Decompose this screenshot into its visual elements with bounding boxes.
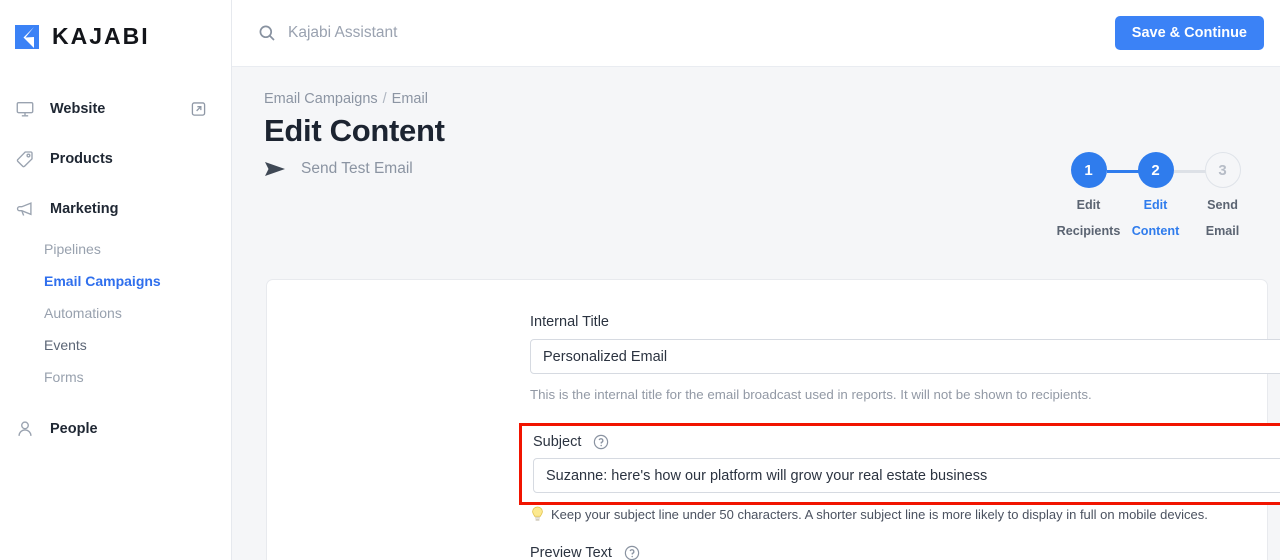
step-1[interactable]: 1 Edit Recipients xyxy=(1055,152,1122,240)
topbar: Save & Continue xyxy=(232,0,1280,67)
internal-title-helper: This is the internal title for the email… xyxy=(530,387,1092,402)
assistant-search[interactable] xyxy=(258,24,1115,42)
step-2[interactable]: 2 Edit Content xyxy=(1122,152,1189,240)
internal-title-input[interactable] xyxy=(530,339,1280,374)
person-icon xyxy=(14,418,36,440)
step-3-label-line1: Send xyxy=(1207,198,1238,212)
sidebar-subitem-email-campaigns[interactable]: Email Campaigns xyxy=(0,265,231,297)
internal-title-field-group: Internal Title This is the internal titl… xyxy=(530,314,1280,402)
paper-plane-icon xyxy=(264,161,286,177)
step-3-label-line2: Email xyxy=(1205,224,1240,238)
sidebar-item-people[interactable]: People xyxy=(0,410,231,447)
step-1-circle[interactable]: 1 xyxy=(1070,152,1107,188)
preview-text-label: Preview Text xyxy=(530,545,612,560)
page-title: Edit Content xyxy=(264,113,445,148)
tag-icon xyxy=(14,148,36,170)
subject-input[interactable] xyxy=(533,458,1280,493)
subject-label: Subject xyxy=(533,434,582,450)
sidebar-item-products[interactable]: Products xyxy=(0,140,231,177)
breadcrumb-separator: / xyxy=(382,91,387,107)
sidebar-item-people-label: People xyxy=(50,420,98,437)
question-mark-icon[interactable] xyxy=(593,434,609,450)
step-2-circle[interactable]: 2 xyxy=(1137,152,1174,188)
sidebar: KAJABI Website Products Marketing Pipeli… xyxy=(0,0,232,560)
step-1-label-line2: Recipients xyxy=(1056,224,1121,238)
progress-stepper: 1 Edit Recipients 2 Edit Content 3 Send … xyxy=(1055,152,1256,240)
search-input[interactable] xyxy=(288,24,708,42)
brand-logo[interactable]: KAJABI xyxy=(0,0,231,56)
sidebar-subitem-automations[interactable]: Automations xyxy=(0,297,231,329)
sidebar-item-marketing[interactable]: Marketing xyxy=(0,190,231,227)
monitor-icon xyxy=(14,98,36,120)
send-test-email-label: Send Test Email xyxy=(301,160,413,177)
subject-tip: Keep your subject line under 50 characte… xyxy=(531,506,1208,523)
sidebar-subitem-events[interactable]: Events xyxy=(0,329,231,361)
breadcrumb: Email Campaigns / Email xyxy=(232,67,1280,107)
app-root: KAJABI Website Products Marketing Pipeli… xyxy=(0,0,1280,560)
subject-tip-text: Keep your subject line under 50 characte… xyxy=(551,507,1208,522)
sidebar-item-products-label: Products xyxy=(50,150,113,167)
breadcrumb-parent[interactable]: Email Campaigns xyxy=(264,91,378,107)
step-3[interactable]: 3 Send Email xyxy=(1189,152,1256,240)
sidebar-item-website-label: Website xyxy=(50,100,106,117)
send-test-email-button[interactable]: Send Test Email xyxy=(232,149,413,178)
megaphone-icon xyxy=(14,198,36,220)
internal-title-label: Internal Title xyxy=(530,314,609,330)
sidebar-subitem-pipelines[interactable]: Pipelines xyxy=(0,233,231,265)
sidebar-item-website[interactable]: Website xyxy=(0,90,231,127)
sidebar-nav: Website Products Marketing Pipelines Ema… xyxy=(0,90,231,447)
breadcrumb-current[interactable]: Email xyxy=(392,91,428,107)
question-mark-icon[interactable] xyxy=(624,545,640,560)
subject-field-group-highlighted: Subject 68 / 140 characters xyxy=(519,423,1280,505)
kajabi-k-logo-icon xyxy=(13,23,41,51)
search-icon xyxy=(258,24,276,42)
main-area: Save & Continue Email Campaigns/ Email Ed… xyxy=(232,0,1280,560)
sidebar-item-marketing-label: Marketing xyxy=(50,200,119,217)
lightbulb-icon xyxy=(531,506,544,523)
brand-name: KAJABI xyxy=(52,23,150,49)
preview-text-field-group: Preview Text 0 / 140 characters This xyxy=(530,545,1280,560)
page-content: Email Campaigns / Email Edit Content Send … xyxy=(232,67,1280,560)
save-and-continue-button[interactable]: Save & Continue xyxy=(1114,16,1264,50)
sidebar-subitem-forms[interactable]: Forms xyxy=(0,361,231,393)
external-link-icon[interactable] xyxy=(191,101,206,116)
step-1-label-line1: Edit xyxy=(1076,198,1101,212)
step-2-label-line2: Content xyxy=(1131,224,1180,238)
step-2-label-line1: Edit xyxy=(1143,198,1168,212)
step-3-circle[interactable]: 3 xyxy=(1204,152,1241,188)
